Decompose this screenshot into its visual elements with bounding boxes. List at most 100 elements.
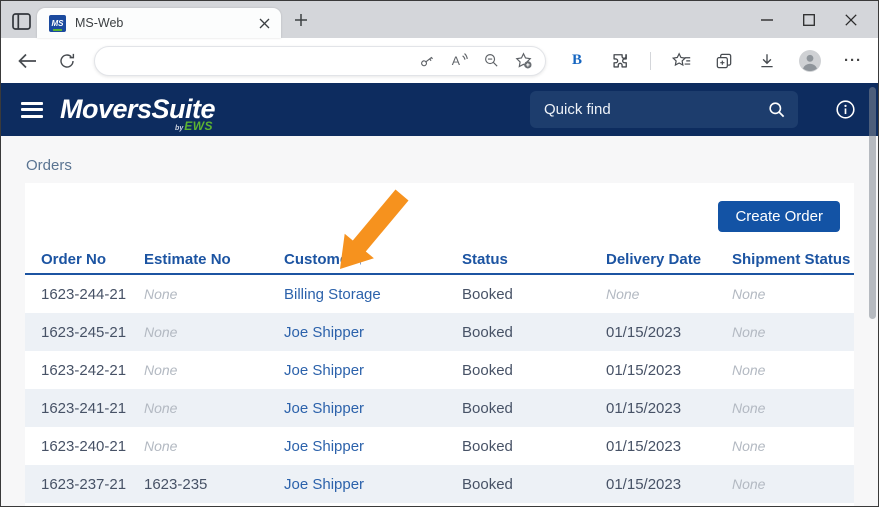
add-favorite-button[interactable]	[511, 49, 535, 73]
table-row[interactable]: 1623-240-21 None Joe Shipper Booked 01/1…	[25, 427, 854, 465]
info-icon	[835, 99, 856, 120]
hamburger-icon	[21, 102, 43, 105]
customer-link[interactable]: Billing Storage	[284, 286, 462, 303]
table-row[interactable]: 1623-242-21 None Joe Shipper Booked 01/1…	[25, 351, 854, 389]
cell-delivery-date: 01/15/2023	[606, 438, 732, 455]
column-header-status[interactable]: Status	[462, 251, 606, 268]
cell-order-no: 1623-237-21	[41, 476, 144, 493]
b-extension-button[interactable]: B	[564, 48, 590, 74]
close-window-button[interactable]	[830, 7, 872, 33]
close-icon	[259, 18, 270, 29]
cell-status: Booked	[462, 362, 606, 379]
menu-button[interactable]	[21, 102, 43, 118]
sort-ascending-icon: ↑	[357, 251, 364, 267]
cell-delivery-date: 01/15/2023	[606, 400, 732, 417]
profile-button[interactable]	[797, 48, 823, 74]
column-header-estimate-no[interactable]: Estimate No	[144, 251, 284, 268]
cell-shipment-status: None	[732, 438, 838, 454]
orders-card: Create Order Order No Estimate No Custom…	[25, 183, 854, 506]
customer-link[interactable]: Joe Shipper	[284, 476, 462, 493]
column-header-order-no[interactable]: Order No	[41, 251, 144, 268]
column-header-delivery-date[interactable]: Delivery Date	[606, 251, 732, 268]
browser-tab[interactable]: MS MS-Web	[37, 8, 281, 38]
star-list-icon	[671, 51, 692, 70]
toolbar-divider	[650, 52, 651, 70]
new-tab-button[interactable]	[289, 8, 313, 32]
collections-button[interactable]	[711, 48, 737, 74]
more-icon: ···	[844, 52, 862, 69]
back-arrow-icon	[18, 53, 37, 69]
brand-byline: byEWS	[175, 118, 213, 134]
table-row[interactable]: 1623-245-21 None Joe Shipper Booked 01/1…	[25, 313, 854, 351]
table-row[interactable]: 1623-244-21 None Billing Storage Booked …	[25, 275, 854, 313]
cell-order-no: 1623-245-21	[41, 324, 144, 341]
cell-shipment-status: None	[732, 286, 838, 302]
collections-icon	[714, 51, 734, 71]
app-logo: MoversSuite byEWS	[60, 96, 215, 123]
page-viewport: MoversSuite byEWS Orders Create	[1, 83, 878, 506]
customer-link[interactable]: Joe Shipper	[284, 324, 462, 341]
table-body: 1623-244-21 None Billing Storage Booked …	[25, 275, 854, 503]
table-row[interactable]: 1623-237-21 1623-235 Joe Shipper Booked …	[25, 465, 854, 503]
cell-estimate-no: None	[144, 400, 284, 416]
back-button[interactable]	[15, 48, 41, 74]
browser-titlebar: MS MS-Web	[1, 1, 878, 38]
downloads-button[interactable]	[754, 48, 780, 74]
cell-status: Booked	[462, 286, 606, 303]
browser-window: MS MS-Web	[0, 0, 879, 507]
table-header-row: Order No Estimate No Customer↑ Status De…	[25, 246, 854, 275]
tab-actions-menu-button[interactable]	[9, 9, 33, 33]
create-order-button[interactable]: Create Order	[718, 201, 840, 232]
app-header: MoversSuite byEWS	[1, 83, 878, 136]
cell-order-no: 1623-242-21	[41, 362, 144, 379]
refresh-button[interactable]	[55, 48, 81, 74]
table-row[interactable]: 1623-241-21 None Joe Shipper Booked 01/1…	[25, 389, 854, 427]
download-icon	[758, 52, 776, 70]
settings-more-button[interactable]: ···	[840, 48, 866, 74]
b-extension-icon: B	[572, 52, 582, 69]
address-bar[interactable]: A	[94, 46, 546, 76]
customer-link[interactable]: Joe Shipper	[284, 362, 462, 379]
cell-estimate-no: None	[144, 286, 284, 302]
cell-shipment-status: None	[732, 324, 838, 340]
cell-order-no: 1623-244-21	[41, 286, 144, 303]
cell-shipment-status: None	[732, 400, 838, 416]
zoom-out-button[interactable]	[479, 49, 503, 73]
info-button[interactable]	[835, 99, 856, 120]
key-icon	[418, 52, 436, 70]
extensions-button[interactable]	[607, 48, 633, 74]
vertical-tabs-icon	[12, 13, 31, 30]
minimize-button[interactable]	[746, 7, 788, 33]
plus-icon	[294, 13, 308, 27]
page-scrollbar[interactable]	[869, 87, 876, 319]
cell-delivery-date: 01/15/2023	[606, 476, 732, 493]
svg-text:A: A	[451, 54, 460, 68]
maximize-icon	[803, 14, 815, 26]
puzzle-icon	[610, 51, 630, 71]
card-actions: Create Order	[25, 183, 854, 232]
cell-estimate-no: None	[144, 324, 284, 340]
customer-link[interactable]: Joe Shipper	[284, 438, 462, 455]
cell-order-no: 1623-241-21	[41, 400, 144, 417]
favorites-button[interactable]	[668, 48, 694, 74]
cell-delivery-date: None	[606, 286, 732, 302]
window-controls	[746, 7, 872, 33]
password-key-button[interactable]	[415, 49, 439, 73]
cell-status: Booked	[462, 324, 606, 341]
browser-toolbar: A B	[1, 38, 878, 83]
read-aloud-button[interactable]: A	[447, 49, 471, 73]
customer-link[interactable]: Joe Shipper	[284, 400, 462, 417]
cell-estimate-no: 1623-235	[144, 476, 284, 493]
column-header-shipment-status[interactable]: Shipment Status	[732, 251, 850, 268]
breadcrumb[interactable]: Orders	[1, 136, 878, 174]
site-favicon: MS	[49, 15, 66, 32]
quick-find-box[interactable]	[530, 91, 798, 128]
maximize-button[interactable]	[788, 7, 830, 33]
tab-close-button[interactable]	[255, 14, 273, 32]
toolbar-extensions-area: B	[564, 48, 866, 74]
column-header-customer[interactable]: Customer↑	[284, 251, 462, 268]
cell-status: Booked	[462, 438, 606, 455]
quick-find-input[interactable]	[544, 101, 767, 118]
cell-estimate-no: None	[144, 438, 284, 454]
cell-status: Booked	[462, 400, 606, 417]
